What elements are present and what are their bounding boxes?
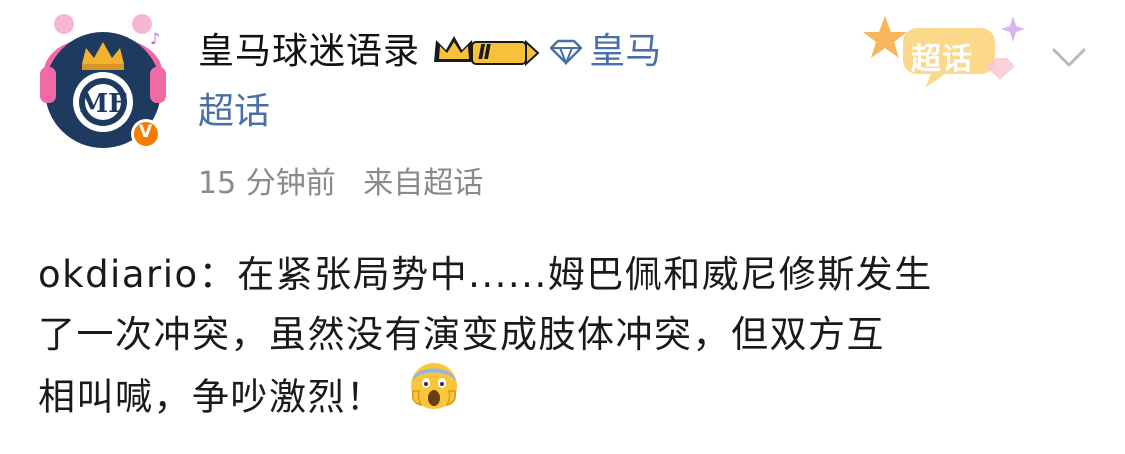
topic-tag-label: 皇马 [589, 31, 662, 72]
svg-text:♪: ♪ [150, 29, 160, 48]
chevron-down-icon[interactable] [1048, 36, 1090, 78]
post-meta: 15 分钟前 来自超话 [198, 158, 483, 202]
vip-level-badge[interactable]: Ⅱ [430, 32, 555, 72]
post-source[interactable]: 来自超话 [363, 166, 483, 201]
supertopic-badge[interactable]: 超话 [855, 8, 1035, 98]
screaming-face-emoji-icon [409, 361, 459, 429]
post-line: 相叫喊，争吵激烈！ [38, 375, 385, 419]
post-content: okdiario：在紧张局势中......姆巴佩和威尼修斯发生 了一次冲突，虽然… [38, 245, 1088, 433]
diamond-icon [550, 39, 583, 65]
star-icon [863, 16, 907, 58]
supertopic-badge-label: 超话 [911, 42, 973, 77]
vip-level-number: Ⅱ [478, 40, 492, 64]
post-line: okdiario：在紧张局势中......姆巴佩和威尼修斯发生 [38, 253, 933, 296]
topic-tag[interactable]: 皇马 [549, 34, 661, 70]
post-line: 了一次冲突，虽然没有演变成肢体冲突，但双方互 [38, 313, 885, 356]
supertopic-link[interactable]: 超话 [198, 92, 270, 132]
author-name[interactable]: 皇马球迷语录 [198, 34, 420, 70]
author-row: 皇马球迷语录 Ⅱ 皇马 [198, 28, 661, 76]
avatar[interactable]: ♪ MF V [38, 12, 168, 152]
post-line-last: 相叫喊，争吵激烈！ [38, 363, 1088, 433]
post-time: 15 分钟前 [198, 166, 336, 201]
svg-text:MF: MF [79, 89, 127, 119]
verified-badge: V [139, 122, 153, 142]
